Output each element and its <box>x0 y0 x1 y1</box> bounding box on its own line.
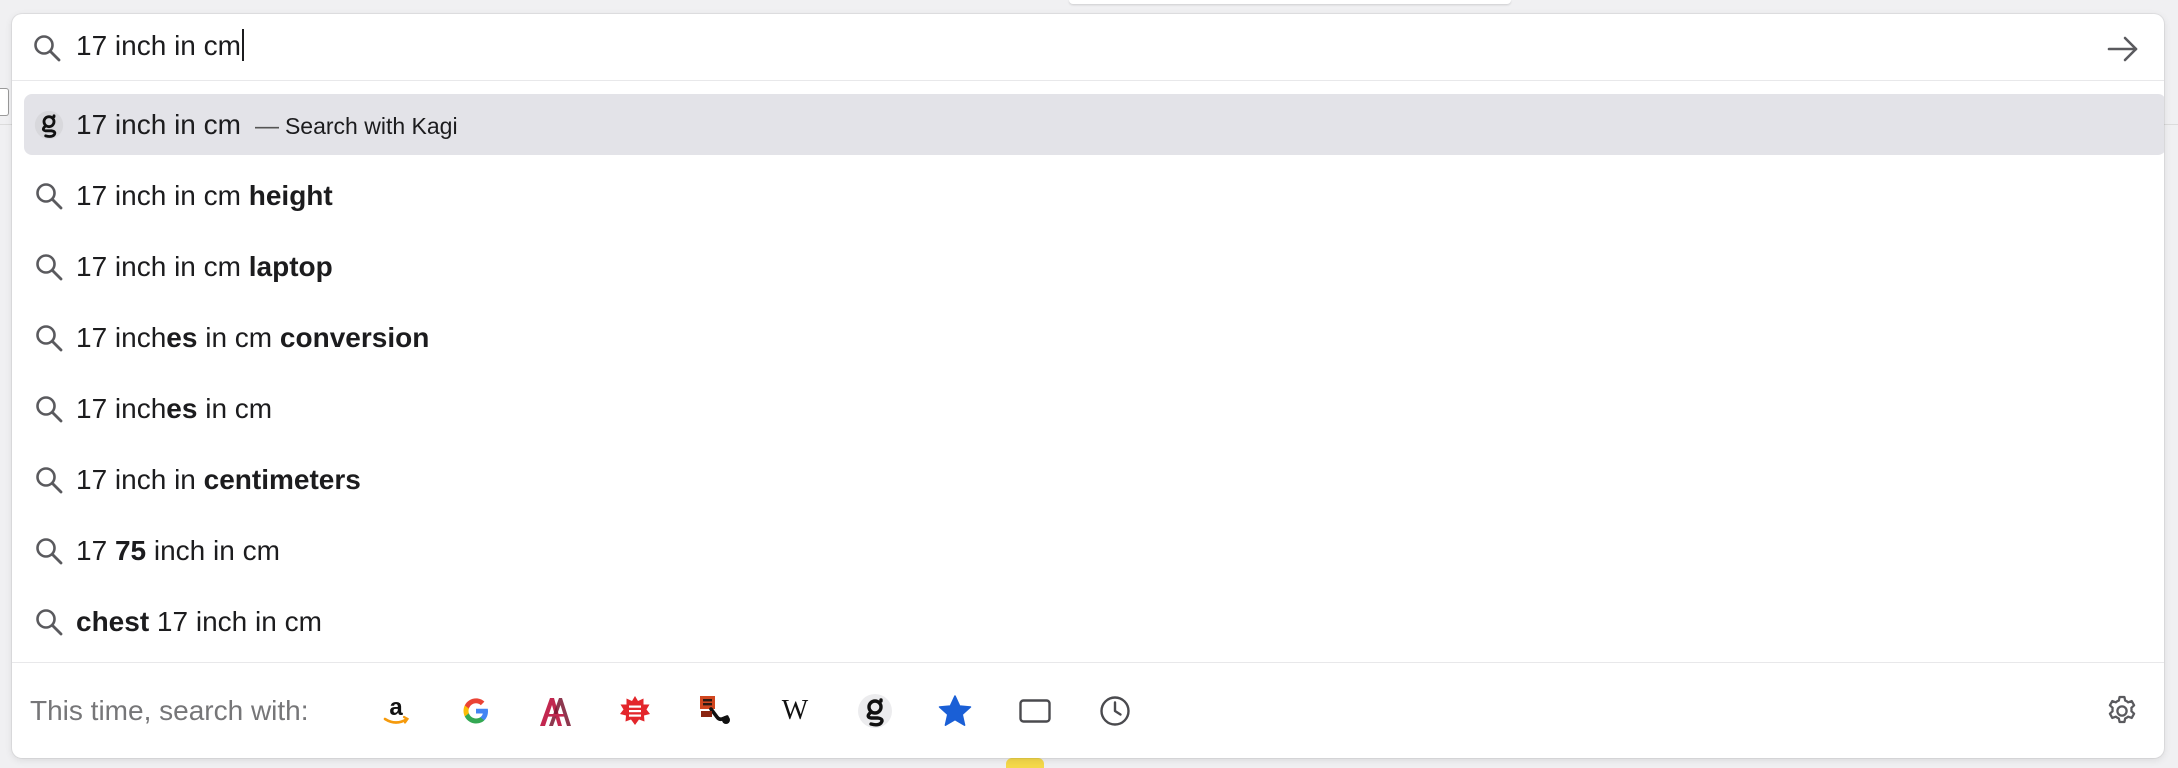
suggestion-completion: conversion <box>279 322 430 353</box>
suggestion-completion: centimeters <box>203 464 361 495</box>
search-icon <box>36 467 63 494</box>
google-icon <box>463 698 488 724</box>
address-bar[interactable]: 17 inch in cm <box>12 14 2164 81</box>
search-icon <box>36 396 63 423</box>
search-icon <box>34 35 61 62</box>
suggestion-query-part: in cm <box>197 393 273 424</box>
page: 17 inch in cm 17 inch in cm — Search with … <box>0 0 2178 768</box>
engine-tabs-button[interactable] <box>1007 683 1063 739</box>
suggestion-row[interactable]: 17 inches in cm <box>24 378 2164 439</box>
suggestion-query-part: 17 inch in <box>76 464 204 495</box>
suggestion-completion: es <box>166 393 198 424</box>
wikipedia-icon: W <box>782 695 809 726</box>
svg-text:W: W <box>782 695 809 726</box>
tools-icon <box>700 696 730 724</box>
page-edge-icon <box>0 88 9 116</box>
go-arrow-icon[interactable] <box>2106 32 2140 66</box>
suggestion-text: 17 inch in cm height <box>76 165 333 226</box>
suggestion-query-part: 17 inch <box>76 322 167 353</box>
suggestion-row[interactable]: chest 17 inch in cm <box>24 591 2164 652</box>
engine-tools-button[interactable] <box>687 683 743 739</box>
search-icon <box>36 183 63 210</box>
suggestion-query-part: 17 <box>76 535 115 566</box>
gear-icon <box>2108 695 2136 724</box>
engine-google-button[interactable] <box>448 683 504 739</box>
text-caret <box>241 29 244 61</box>
kagi-icon <box>34 110 64 140</box>
suggestion-list: 17 inch in cm — Search with Kagi 17 inch in… <box>24 94 2164 662</box>
urlbar-dropdown: 17 inch in cm 17 inch in cm — Search with … <box>12 14 2164 758</box>
engine-history-button[interactable] <box>1087 683 1143 739</box>
suggestion-query-part: in cm <box>197 322 280 353</box>
search-engine-hint: Search with Kagi <box>284 113 458 139</box>
tabs-icon <box>1019 699 1051 723</box>
engine-amazon-button[interactable]: a <box>368 683 424 739</box>
svg-text:a: a <box>389 694 403 721</box>
suggestion-row[interactable]: 17 inch in cm laptop <box>24 236 2164 297</box>
suggestion-query-part: 17 inch in cm <box>76 109 241 140</box>
suggestion-query-part: 17 inch <box>76 393 167 424</box>
tab-edge <box>1069 0 1511 4</box>
suggestion-completion: chest <box>76 606 150 637</box>
search-icon <box>36 609 63 636</box>
amazon-icon: a <box>383 694 410 724</box>
suggestion-query-part: 17 inch in cm <box>149 606 322 637</box>
suggestion-text: 17 75 inch in cm <box>76 520 280 581</box>
suggestion-row-selected[interactable]: 17 inch in cm — Search with Kagi <box>24 94 2164 155</box>
divider <box>0 124 12 125</box>
engine-arch-wiki-button[interactable] <box>527 683 583 739</box>
suggestion-row[interactable]: 17 75 inch in cm <box>24 520 2164 581</box>
suggestion-completion: es <box>166 322 198 353</box>
suggestion-text: chest 17 inch in cm <box>76 591 322 652</box>
suggestion-row[interactable]: 17 inch in centimeters <box>24 449 2164 510</box>
search-icon <box>36 538 63 565</box>
engine-wikipedia-button[interactable]: W <box>767 683 823 739</box>
red-badge-icon <box>620 696 650 725</box>
suggestion-row[interactable]: 17 inch in cm height <box>24 165 2164 226</box>
kagi-icon <box>858 694 892 728</box>
arch-wiki-icon <box>540 698 571 726</box>
search-icon <box>36 325 63 352</box>
suggestion-text: 17 inch in cm laptop <box>76 236 333 297</box>
suggestion-text: 17 inches in cm conversion <box>76 307 429 368</box>
suggestion-text: 17 inches in cm <box>76 378 272 439</box>
bookmarks-star-icon <box>938 695 972 726</box>
one-off-search-bar: This time, search with: a W <box>12 662 2164 758</box>
suggestion-text: 17 inch in cm — Search with Kagi <box>76 94 458 157</box>
engine-bookmarks-button[interactable] <box>927 683 983 739</box>
one-off-label: This time, search with: <box>30 695 309 726</box>
search-icon <box>36 254 63 281</box>
suggestion-completion: laptop <box>248 251 333 282</box>
suggestion-completion: height <box>248 180 333 211</box>
search-settings-button[interactable] <box>2094 683 2150 739</box>
suggestion-completion: 75 <box>114 535 147 566</box>
history-clock-icon <box>1100 696 1130 726</box>
suggestion-separator: — <box>254 113 279 140</box>
suggestion-query-part: inch in cm <box>146 535 280 566</box>
address-input-value: 17 inch in cm <box>76 30 241 61</box>
suggestion-query-part: 17 inch in cm <box>76 251 249 282</box>
suggestion-query-part: 17 inch in cm <box>76 180 249 211</box>
engine-red-badge-button[interactable] <box>607 683 663 739</box>
page-edge-highlight <box>1006 758 1044 768</box>
address-input[interactable]: 17 inch in cm <box>76 29 244 63</box>
suggestion-text: 17 inch in centimeters <box>76 449 361 510</box>
suggestion-row[interactable]: 17 inches in cm conversion <box>24 307 2164 368</box>
divider <box>2164 124 2178 125</box>
engine-kagi-button[interactable] <box>847 683 903 739</box>
